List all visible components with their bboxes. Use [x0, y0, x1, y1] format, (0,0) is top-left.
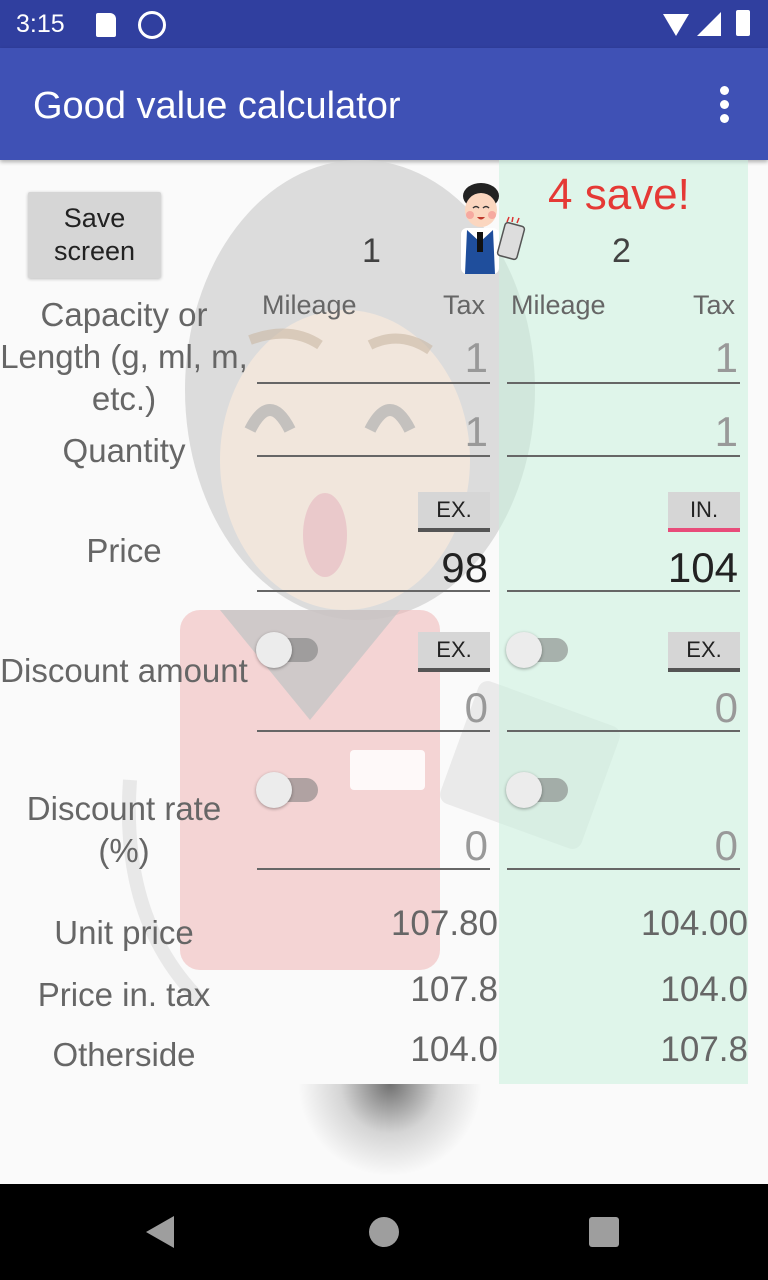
capacity-label: Capacity or Length (g, ml, m, etc.)	[0, 296, 248, 417]
price-in-tax-value-1: 107.8	[410, 970, 498, 1009]
price-tax-toggle-1[interactable]: EX.	[418, 492, 490, 532]
discount-rate-label: Discount rate (%)	[26, 790, 222, 869]
ad-banner-shadow	[290, 1084, 490, 1184]
quantity-value-1[interactable]: 1	[258, 408, 488, 456]
wifi-icon	[663, 14, 689, 36]
app-title: Good value calculator	[33, 85, 401, 127]
status-bar: 3:15	[0, 0, 768, 48]
otherside-label: Otherside	[52, 1036, 196, 1073]
discount-rate-switch-2[interactable]	[506, 772, 570, 808]
calculator-content: Save screen 4 save! 1 2 Mileage Tax Mile…	[0, 160, 768, 1184]
discount-amount-value-2[interactable]: 0	[508, 684, 738, 732]
column-1-number: 1	[362, 232, 381, 270]
result-banner: 4 save!	[548, 170, 690, 219]
capacity-value-1[interactable]: 1	[258, 334, 488, 382]
navigation-bar	[0, 1184, 768, 1280]
capacity-value-2[interactable]: 1	[508, 334, 738, 382]
price-label: Price	[86, 532, 162, 569]
unit-price-label: Unit price	[54, 914, 194, 951]
discount-amount-switch-1[interactable]	[256, 632, 320, 668]
sd-card-icon	[96, 13, 116, 37]
price-in-tax-value-2: 104.0	[660, 970, 748, 1009]
discount-amount-tax-toggle-2[interactable]: EX.	[668, 632, 740, 672]
column-1-mileage-label: Mileage	[262, 290, 357, 320]
column-2-mileage-label: Mileage	[511, 290, 606, 320]
vpn-q-icon	[138, 11, 166, 39]
otherside-value-2: 107.8	[660, 1030, 748, 1069]
discount-amount-switch-2[interactable]	[506, 632, 570, 668]
discount-rate-value-2[interactable]: 0	[508, 822, 738, 870]
signal-icon	[697, 12, 721, 36]
unit-price-value-1: 107.80	[390, 904, 498, 943]
column-1-tax-label: Tax	[443, 290, 486, 320]
quantity-label: Quantity	[62, 432, 186, 469]
save-screen-button[interactable]: Save screen	[28, 192, 161, 278]
price-in-tax-label: Price in. tax	[37, 976, 211, 1013]
more-vert-icon[interactable]	[712, 86, 736, 126]
price-tax-toggle-2[interactable]: IN.	[668, 492, 740, 532]
clerk-mascot-icon	[461, 183, 526, 274]
home-icon[interactable]	[369, 1217, 399, 1247]
column-2-tax-label: Tax	[693, 290, 736, 320]
status-time: 3:15	[16, 10, 65, 38]
otherside-value-1: 104.0	[410, 1030, 498, 1069]
discount-rate-value-1[interactable]: 0	[258, 822, 488, 870]
discount-amount-label: Discount amount	[0, 652, 248, 689]
app-bar: Good value calculator	[0, 48, 768, 160]
price-value-2[interactable]: 104	[508, 544, 738, 592]
discount-amount-value-1[interactable]: 0	[258, 684, 488, 732]
back-icon[interactable]	[146, 1216, 174, 1248]
battery-icon	[736, 10, 750, 36]
discount-rate-switch-1[interactable]	[256, 772, 320, 808]
price-value-1[interactable]: 98	[258, 544, 488, 592]
discount-amount-tax-toggle-1[interactable]: EX.	[418, 632, 490, 672]
unit-price-value-2: 104.00	[640, 904, 748, 943]
recents-icon[interactable]	[589, 1217, 619, 1247]
quantity-value-2[interactable]: 1	[508, 408, 738, 456]
column-2-number: 2	[612, 232, 631, 270]
